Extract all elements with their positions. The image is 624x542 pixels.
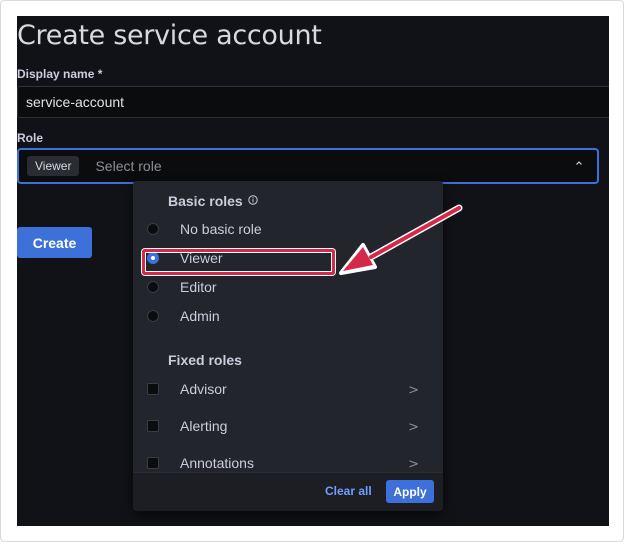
fixed-role-alerting[interactable]: Alerting > xyxy=(147,415,427,437)
dropdown-footer: Clear all Apply xyxy=(133,472,443,511)
radio-button[interactable] xyxy=(147,223,159,235)
chevron-up-icon[interactable] xyxy=(575,159,583,167)
fixed-role-label: Alerting xyxy=(180,418,228,434)
fixed-role-label: Advisor xyxy=(180,381,227,397)
display-name-field[interactable]: service-account xyxy=(17,86,609,118)
app-window: Create service account Display name * se… xyxy=(17,16,609,526)
fixed-role-advisor[interactable]: Advisor > xyxy=(147,378,427,400)
radio-button[interactable] xyxy=(147,310,159,322)
fixed-roles-title: Fixed roles xyxy=(168,352,242,368)
radio-button[interactable] xyxy=(147,281,159,293)
role-option-label: Admin xyxy=(180,308,220,324)
chevron-right-icon[interactable]: > xyxy=(408,457,419,472)
chevron-right-icon[interactable]: > xyxy=(408,420,419,435)
page-title: Create service account xyxy=(17,20,322,51)
info-icon[interactable] xyxy=(248,195,258,205)
display-name-value: service-account xyxy=(26,94,125,110)
role-placeholder: Select role xyxy=(95,158,162,174)
role-select[interactable]: Viewer Select role xyxy=(17,148,599,184)
role-option-admin[interactable]: Admin xyxy=(147,305,427,327)
checkbox[interactable] xyxy=(147,457,159,469)
role-option-label: No basic role xyxy=(180,221,262,237)
basic-roles-title: Basic roles xyxy=(168,193,243,209)
chevron-right-icon[interactable]: > xyxy=(408,383,419,398)
fixed-role-label: Annotations xyxy=(180,455,254,471)
fixed-role-annotations[interactable]: Annotations > xyxy=(147,452,427,474)
checkbox[interactable] xyxy=(147,383,159,395)
create-button[interactable]: Create xyxy=(17,227,92,258)
role-chip-viewer: Viewer xyxy=(27,156,80,176)
checkbox[interactable] xyxy=(147,420,159,432)
display-name-label: Display name * xyxy=(17,67,103,81)
apply-button[interactable]: Apply xyxy=(386,480,434,503)
screenshot-frame: Create service account Display name * se… xyxy=(0,0,624,542)
role-option-label: Editor xyxy=(180,279,217,295)
annotation-arrow-icon xyxy=(339,204,463,275)
annotation-highlight-box xyxy=(142,249,335,275)
clear-all-button[interactable]: Clear all xyxy=(325,484,372,498)
role-label: Role xyxy=(17,131,44,145)
